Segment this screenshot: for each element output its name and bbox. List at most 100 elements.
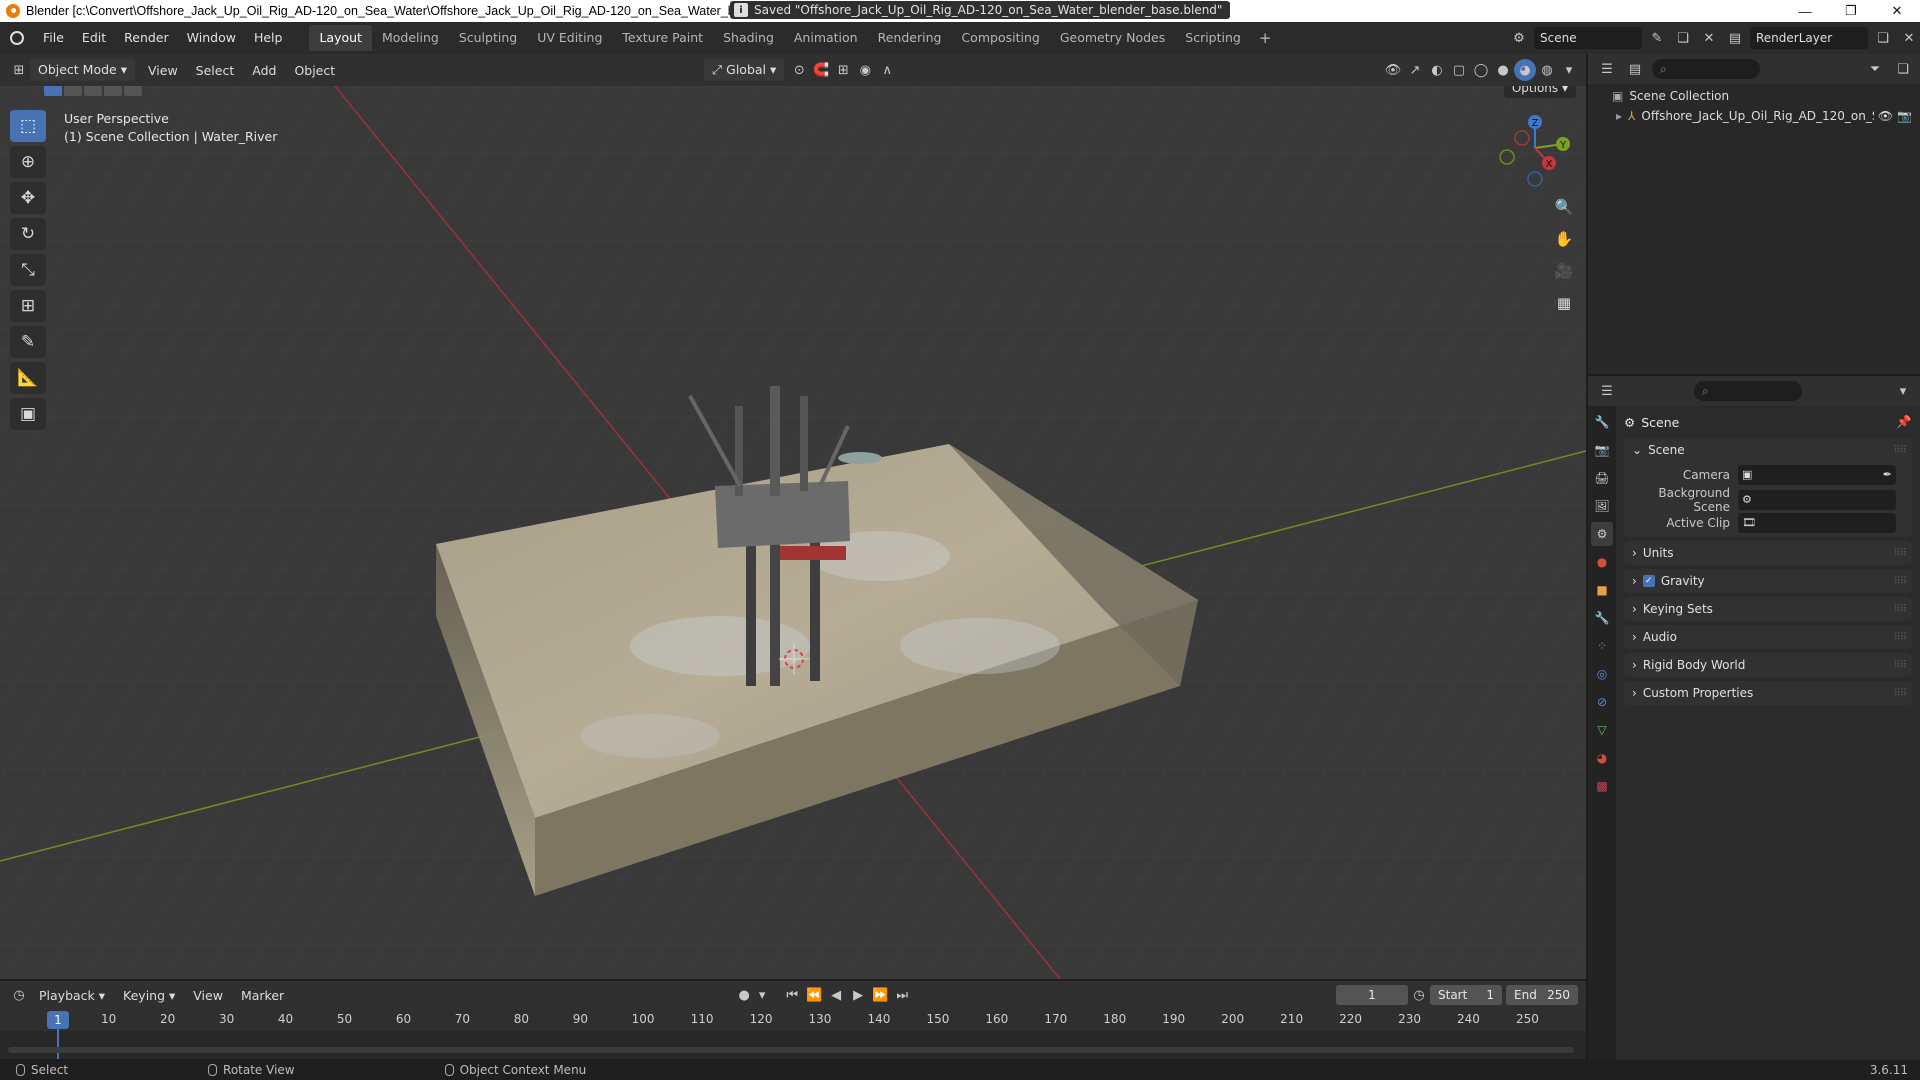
snap-target-icon[interactable]: ⊞ [832,59,854,81]
units-panel[interactable]: › Units ⠿⠿ [1624,541,1912,565]
new-view-layer-icon[interactable]: ❏ [1872,27,1894,49]
playback-menu[interactable]: Playback ▾ [30,988,114,1003]
timeline-view-menu[interactable]: View [184,988,232,1003]
shading-rendered-icon[interactable]: ◍ [1536,59,1558,81]
outliner-scene-collection[interactable]: ▣ Scene Collection [1588,86,1920,106]
transform-tool-icon[interactable]: ⊞ [10,290,46,322]
perspective-toggle-icon[interactable]: ▦ [1550,290,1578,316]
menu-select[interactable]: Select [187,63,244,78]
scene-tab-icon[interactable]: ⚙ [1591,522,1613,546]
options-dropdown[interactable]: Options ▾ [1503,86,1576,98]
background-scene-field[interactable]: ⚙ [1738,489,1896,510]
jump-end-icon[interactable]: ⏭ [891,984,913,1006]
tab-modeling[interactable]: Modeling [372,25,449,51]
shading-options-icon[interactable]: ▾ [1558,59,1580,81]
marker-menu[interactable]: Marker [232,988,293,1003]
tab-geometry-nodes[interactable]: Geometry Nodes [1050,25,1175,51]
delete-scene-icon[interactable]: ✕ [1698,27,1720,49]
add-cube-tool-icon[interactable]: ▣ [10,398,46,430]
scene-icon[interactable]: ⚙ [1508,27,1530,49]
rotate-tool-icon[interactable]: ↻ [10,218,46,250]
select-invert-button[interactable] [104,86,122,96]
delete-view-layer-icon[interactable]: ✕ [1898,27,1920,49]
tab-compositing[interactable]: Compositing [951,25,1049,51]
keying-sets-panel[interactable]: › Keying Sets ⠿⠿ [1624,597,1912,621]
gizmo-toggle-icon[interactable]: ↗ [1404,59,1426,81]
visibility-icon[interactable]: 👁 [1382,59,1404,81]
shading-material-icon[interactable]: ◕ [1514,59,1536,81]
new-scene-icon[interactable]: ❏ [1672,27,1694,49]
render-layer-field[interactable]: RenderLayer [1750,27,1868,49]
measure-tool-icon[interactable]: 📐 [10,362,46,394]
shading-wireframe-icon[interactable]: ◯ [1470,59,1492,81]
modifier-tab-icon[interactable]: 🔧 [1591,606,1613,630]
material-tab-icon[interactable]: ◕ [1591,746,1613,770]
outliner-search-input[interactable]: ⌕ [1652,59,1760,79]
3d-viewport[interactable]: Z Y X Options ▾ User Perspective (1) Sce… [0,86,1586,979]
tab-rendering[interactable]: Rendering [868,25,952,51]
play-icon[interactable]: ▶ [847,984,869,1006]
scale-tool-icon[interactable]: ⤡ [10,254,46,286]
maximize-button[interactable]: ❐ [1828,0,1874,22]
render-camera-icon[interactable]: 📷 [1897,109,1912,123]
playhead[interactable]: 1 [47,1011,69,1029]
menu-object[interactable]: Object [285,63,344,78]
shading-solid-icon[interactable]: ● [1492,59,1514,81]
menu-edit[interactable]: Edit [73,27,115,49]
snap-icon[interactable]: 🧲 [810,59,832,81]
xray-icon[interactable]: ▢ [1448,59,1470,81]
pin-icon[interactable]: 📌 [1896,414,1912,430]
gravity-panel[interactable]: › ✓ Gravity ⠿⠿ [1624,569,1912,593]
record-icon[interactable]: ● [733,984,755,1006]
constraints-tab-icon[interactable]: ⊘ [1591,690,1613,714]
editor-type-icon[interactable]: ⊞ [8,59,30,81]
pin-scene-icon[interactable]: ✎ [1646,27,1668,49]
camera-field[interactable]: ▣ ✒ [1738,464,1896,485]
properties-editor-type-icon[interactable]: ☰ [1596,380,1618,402]
tab-layout[interactable]: Layout [309,25,372,51]
expand-arrow-icon[interactable]: ▸ [1616,109,1622,123]
outliner-editor-type-icon[interactable]: ☰ [1596,58,1618,80]
start-frame-field[interactable]: Start 1 [1430,985,1502,1005]
preview-range-icon[interactable]: ◷ [1408,984,1430,1006]
blender-menu-icon[interactable] [0,22,34,54]
properties-options-icon[interactable]: ▾ [1892,380,1914,402]
scene-name-field[interactable]: Scene [1534,27,1642,49]
end-frame-field[interactable]: End 250 [1506,985,1578,1005]
menu-render[interactable]: Render [115,27,178,49]
outliner-item[interactable]: ▸ ⅄ Offshore_Jack_Up_Oil_Rig_AD_120_on_S… [1588,106,1920,126]
tab-animation[interactable]: Animation [784,25,868,51]
pan-hand-icon[interactable]: ✋ [1550,226,1578,252]
current-frame-field[interactable]: 1 [1336,985,1408,1005]
select-extend-button[interactable] [64,86,82,96]
view-layer-icon[interactable]: ▤ [1724,27,1746,49]
render-tab-icon[interactable]: 📷 [1591,438,1613,462]
camera-view-icon[interactable]: 🎥 [1550,258,1578,284]
drag-grip-icon[interactable]: ⠿⠿ [1893,445,1907,456]
add-workspace-button[interactable]: + [1251,29,1280,47]
scene-panel-header[interactable]: ⌄ Scene ⠿⠿ [1624,438,1912,462]
properties-search-input[interactable]: ⌕ [1694,381,1802,401]
texture-tab-icon[interactable]: ▩ [1591,774,1613,798]
jump-start-icon[interactable]: ⏮ [781,984,803,1006]
timeline-scrollbar[interactable] [8,1047,1574,1053]
output-tab-icon[interactable]: 🖨 [1591,466,1613,490]
audio-panel[interactable]: › Audio ⠿⠿ [1624,625,1912,649]
annotate-tool-icon[interactable]: ✎ [10,326,46,358]
pivot-icon[interactable]: ⊙ [788,59,810,81]
timeline-editor-type-icon[interactable]: ◷ [8,984,30,1006]
tab-shading[interactable]: Shading [713,25,784,51]
close-button[interactable]: ✕ [1874,0,1920,22]
cursor-tool-icon[interactable]: ⊕ [10,146,46,178]
mode-dropdown[interactable]: Object Mode ▾ [30,59,135,81]
object-tab-icon[interactable]: ■ [1591,578,1613,602]
transform-orientation-dropdown[interactable]: ⤢ Global ▾ [704,59,785,81]
keying-menu[interactable]: Keying ▾ [114,988,184,1003]
move-tool-icon[interactable]: ✥ [10,182,46,214]
timeline-area[interactable]: 10 20 30 40 50 60 70 80 90 100 110 120 130 140 150 160 1… [0,1009,1586,1059]
minimize-button[interactable]: — [1782,0,1828,22]
custom-properties-panel[interactable]: › Custom Properties ⠿⠿ [1624,681,1912,705]
tab-uv-editing[interactable]: UV Editing [527,25,612,51]
select-subtract-button[interactable] [84,86,102,96]
tab-sculpting[interactable]: Sculpting [449,25,527,51]
